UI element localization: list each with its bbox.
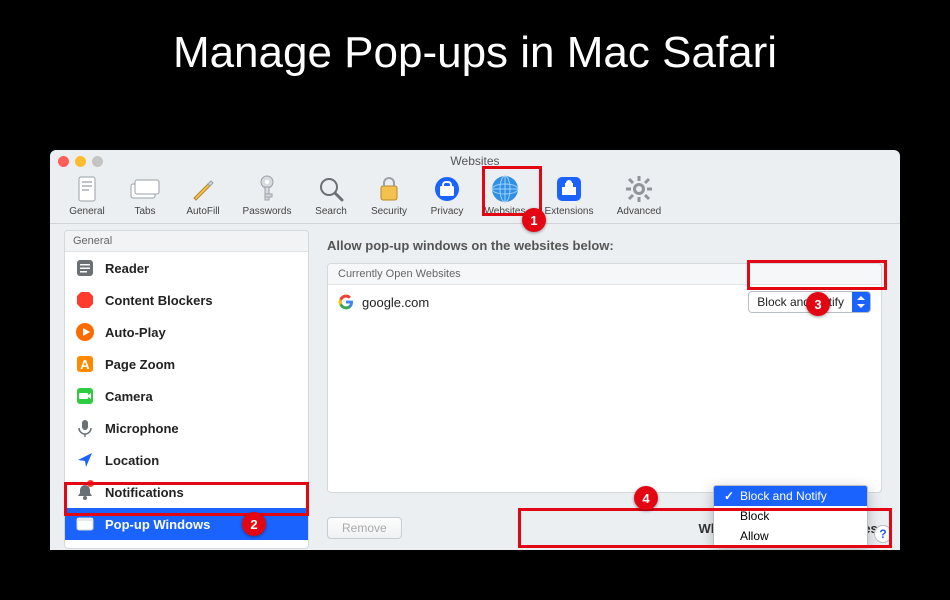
toolbar-tab-extensions[interactable]: Extensions — [534, 172, 604, 217]
row-permission-dropdown[interactable]: Block and Notify — [748, 291, 871, 313]
chevron-updown-icon — [852, 292, 870, 312]
toolbar-tab-label: Security — [371, 206, 407, 217]
autofill-icon — [188, 174, 218, 204]
page-title: Manage Pop-ups in Mac Safari — [0, 0, 950, 100]
auto-play-icon — [75, 322, 95, 342]
toolbar-tab-search[interactable]: Search — [302, 172, 360, 217]
websites-icon — [490, 174, 520, 204]
window-controls — [58, 156, 103, 167]
advanced-icon — [624, 174, 654, 204]
toolbar-tab-label: Websites — [485, 206, 526, 217]
content-blockers-icon — [75, 290, 95, 310]
toolbar-tab-general[interactable]: General — [58, 172, 116, 217]
toolbar-tab-label: Passwords — [243, 206, 292, 217]
remove-button[interactable]: Remove — [327, 517, 402, 539]
content-title: Allow pop-up windows on the websites bel… — [327, 238, 882, 253]
default-permission-menu[interactable]: ✓ Block and Notify Block Allow — [713, 485, 868, 547]
sidebar-item-microphone[interactable]: Microphone — [65, 412, 308, 444]
sidebar-item-location[interactable]: Location — [65, 444, 308, 476]
checkmark-icon: ✓ — [724, 489, 734, 503]
window-title: Websites — [50, 150, 900, 168]
page-zoom-icon: A — [75, 354, 95, 374]
sidebar-item-label: Content Blockers — [105, 293, 213, 308]
sidebar: General Reader Content Blockers Auto-Pla… — [64, 230, 309, 549]
sidebar-item-page-zoom[interactable]: A Page Zoom — [65, 348, 308, 380]
preferences-window: Websites General Tabs AutoFill — [50, 150, 900, 550]
toolbar-tab-advanced[interactable]: Advanced — [604, 172, 674, 217]
microphone-icon — [75, 418, 95, 438]
row-site-label: google.com — [362, 295, 429, 310]
sidebar-item-label: Microphone — [105, 421, 179, 436]
sidebar-list: Reader Content Blockers Auto-Play A Page… — [65, 252, 308, 548]
sidebar-item-notifications[interactable]: Notifications — [65, 476, 308, 508]
toolbar-tab-websites[interactable]: Websites — [476, 172, 534, 217]
sidebar-item-content-blockers[interactable]: Content Blockers — [65, 284, 308, 316]
notification-dot-icon — [87, 480, 94, 487]
toolbar-tab-label: General — [69, 206, 105, 217]
security-icon — [374, 174, 404, 204]
preferences-toolbar: General Tabs AutoFill Passwords — [50, 168, 900, 224]
sidebar-item-label: Notifications — [105, 485, 184, 500]
sidebar-item-label: Auto-Play — [105, 325, 166, 340]
search-icon — [316, 174, 346, 204]
extensions-icon — [554, 174, 584, 204]
toolbar-tab-label: Advanced — [617, 206, 661, 217]
table-header: Currently Open Websites — [328, 264, 881, 285]
content-pane: Allow pop-up windows on the websites bel… — [309, 224, 900, 549]
toolbar-tab-label: Extensions — [545, 206, 594, 217]
menu-item-block-and-notify[interactable]: ✓ Block and Notify — [714, 486, 867, 506]
table-row[interactable]: google.com Block and Notify — [328, 285, 881, 319]
menu-item-allow[interactable]: Allow — [714, 526, 867, 546]
sidebar-header: General — [65, 231, 308, 252]
camera-icon — [75, 386, 95, 406]
websites-table: Currently Open Websites google.com Block… — [327, 263, 882, 493]
sidebar-item-label: Pop-up Windows — [105, 517, 210, 532]
sidebar-item-popup-windows[interactable]: Pop-up Windows — [65, 508, 308, 540]
sidebar-item-label: Location — [105, 453, 159, 468]
close-window-button[interactable] — [58, 156, 69, 167]
menu-item-label: Block and Notify — [740, 489, 827, 503]
sidebar-item-camera[interactable]: Camera — [65, 380, 308, 412]
sidebar-item-reader[interactable]: Reader — [65, 252, 308, 284]
toolbar-tab-tabs[interactable]: Tabs — [116, 172, 174, 217]
tabs-icon — [130, 174, 160, 204]
svg-text:A: A — [80, 357, 90, 372]
toolbar-tab-autofill[interactable]: AutoFill — [174, 172, 232, 217]
sidebar-item-label: Camera — [105, 389, 153, 404]
privacy-icon — [432, 174, 462, 204]
help-button[interactable]: ? — [874, 525, 892, 543]
location-icon — [75, 450, 95, 470]
toolbar-tab-label: AutoFill — [186, 206, 219, 217]
toolbar-tab-label: Tabs — [134, 206, 155, 217]
menu-item-label: Block — [740, 509, 769, 523]
passwords-icon — [252, 174, 282, 204]
zoom-window-button[interactable] — [92, 156, 103, 167]
sidebar-item-label: Page Zoom — [105, 357, 175, 372]
toolbar-tab-passwords[interactable]: Passwords — [232, 172, 302, 217]
minimize-window-button[interactable] — [75, 156, 86, 167]
dropdown-value: Block and Notify — [757, 295, 844, 309]
toolbar-tab-label: Privacy — [431, 206, 464, 217]
general-icon — [72, 174, 102, 204]
google-favicon-icon — [338, 294, 354, 310]
sidebar-item-auto-play[interactable]: Auto-Play — [65, 316, 308, 348]
reader-icon — [75, 258, 95, 278]
menu-item-block[interactable]: Block — [714, 506, 867, 526]
menu-item-label: Allow — [740, 529, 769, 543]
popup-windows-icon — [75, 514, 95, 534]
sidebar-item-label: Reader — [105, 261, 149, 276]
toolbar-tab-label: Search — [315, 206, 347, 217]
toolbar-tab-privacy[interactable]: Privacy — [418, 172, 476, 217]
toolbar-tab-security[interactable]: Security — [360, 172, 418, 217]
